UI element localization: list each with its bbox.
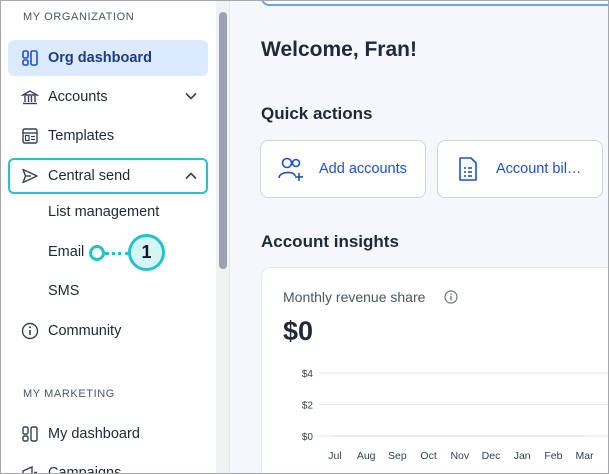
templates-icon bbox=[20, 126, 40, 146]
sidebar-subitem-sms[interactable]: SMS bbox=[48, 283, 79, 299]
revenue-chart: $4 $2 $0 Jul Aug Sep Oct Nov Dec Jan Feb Mar bbox=[302, 369, 609, 462]
sidebar-item-accounts[interactable]: Accounts bbox=[8, 79, 208, 115]
callout-connector bbox=[105, 252, 129, 255]
x-tick-label: Jan bbox=[514, 450, 531, 462]
x-tick-label: Nov bbox=[450, 450, 469, 462]
bank-icon bbox=[20, 87, 40, 107]
sidebar-scrollbar-thumb[interactable] bbox=[219, 12, 227, 269]
sidebar-item-campaigns[interactable]: Campaigns bbox=[8, 455, 208, 474]
add-accounts-label: Add accounts bbox=[319, 161, 407, 177]
x-tick-label: Dec bbox=[482, 450, 501, 462]
account-billing-button[interactable]: Account bil… bbox=[437, 140, 603, 198]
sidebar-item-label: Community bbox=[48, 323, 122, 339]
add-users-icon bbox=[278, 157, 303, 181]
sidebar-item-label: Org dashboard bbox=[48, 50, 152, 66]
x-tick-label: Aug bbox=[357, 450, 376, 462]
y-tick-label: $4 bbox=[302, 369, 314, 380]
x-tick-label: Feb bbox=[544, 450, 562, 462]
dashboard-icon bbox=[20, 424, 40, 444]
sidebar-item-org-dashboard[interactable]: Org dashboard bbox=[8, 40, 208, 76]
dashboard-icon bbox=[20, 48, 40, 68]
callout-marker-dot bbox=[89, 245, 105, 261]
top-card bbox=[261, 0, 609, 6]
x-tick-label: Jul bbox=[328, 450, 341, 462]
callout-badge: 1 bbox=[128, 234, 165, 271]
y-tick-label: $2 bbox=[302, 401, 314, 412]
invoice-icon bbox=[459, 157, 477, 181]
sidebar-item-label: Central send bbox=[48, 168, 131, 184]
section-label-my-organization: MY ORGANIZATION bbox=[23, 11, 135, 23]
sidebar-item-label: Templates bbox=[48, 128, 115, 144]
chevron-up-icon[interactable] bbox=[184, 169, 198, 183]
section-label-my-marketing: MY MARKETING bbox=[23, 388, 115, 400]
sidebar: MY ORGANIZATION Org dashboard Accounts T… bbox=[0, 0, 216, 474]
account-insights-heading: Account insights bbox=[261, 232, 399, 251]
send-icon bbox=[20, 166, 40, 186]
y-tick-label: $0 bbox=[302, 432, 314, 443]
quick-actions-heading: Quick actions bbox=[261, 104, 373, 123]
sidebar-item-label: Campaigns bbox=[48, 465, 122, 474]
page-title: Welcome, Fran! bbox=[261, 38, 417, 61]
info-icon[interactable] bbox=[444, 290, 458, 304]
sidebar-item-templates[interactable]: Templates bbox=[8, 118, 208, 154]
info-circle-icon bbox=[20, 321, 40, 341]
account-billing-label: Account bil… bbox=[496, 161, 582, 177]
sidebar-subitem-list-management[interactable]: List management bbox=[48, 204, 159, 220]
sidebar-item-central-send[interactable]: Central send bbox=[8, 158, 208, 194]
monthly-revenue-label: Monthly revenue share bbox=[283, 289, 426, 305]
revenue-value: $0 bbox=[283, 316, 314, 346]
sidebar-subitem-email[interactable]: Email bbox=[48, 244, 84, 260]
x-tick-label: Mar bbox=[576, 450, 595, 462]
sidebar-item-community[interactable]: Community bbox=[8, 313, 208, 349]
chevron-down-icon[interactable] bbox=[184, 89, 198, 103]
sidebar-item-my-dashboard[interactable]: My dashboard bbox=[8, 416, 208, 452]
sidebar-item-label: Accounts bbox=[48, 89, 108, 105]
megaphone-icon bbox=[20, 463, 40, 474]
x-tick-label: Oct bbox=[420, 450, 436, 462]
x-tick-label: Sep bbox=[388, 450, 407, 462]
add-accounts-button[interactable]: Add accounts bbox=[260, 140, 426, 198]
sidebar-item-label: My dashboard bbox=[48, 426, 140, 442]
